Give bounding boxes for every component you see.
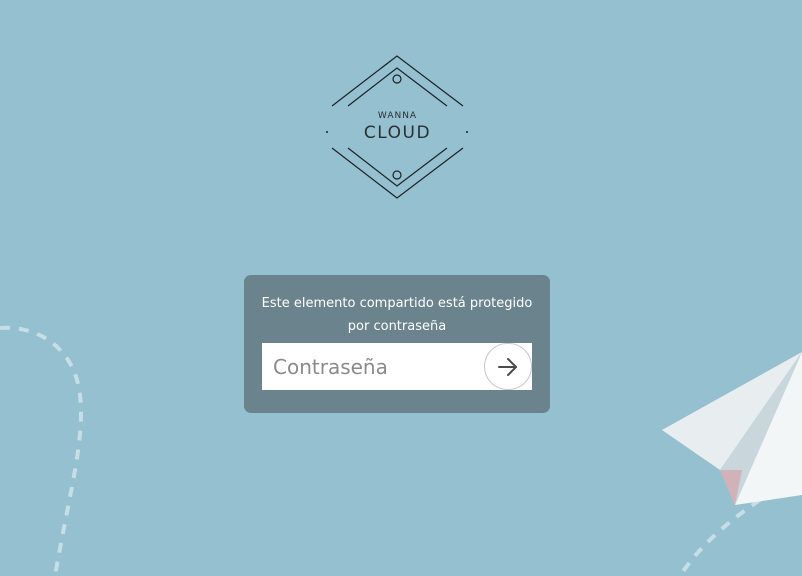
paper-plane-icon xyxy=(662,352,802,505)
submit-button[interactable] xyxy=(484,343,532,390)
password-card: Este elemento compartido está protegido … xyxy=(244,275,550,413)
flight-trail-right xyxy=(678,498,762,576)
password-form xyxy=(262,343,532,390)
arrow-right-icon xyxy=(498,357,517,376)
flight-trail xyxy=(0,325,83,576)
protected-message: Este elemento compartido está protegido … xyxy=(261,296,533,334)
wanna-cloud-logo: WANNA CLOUD xyxy=(325,55,470,199)
logo-small-text: WANNA xyxy=(377,111,418,121)
logo-big-text: CLOUD xyxy=(363,123,432,143)
password-input[interactable] xyxy=(262,343,484,390)
